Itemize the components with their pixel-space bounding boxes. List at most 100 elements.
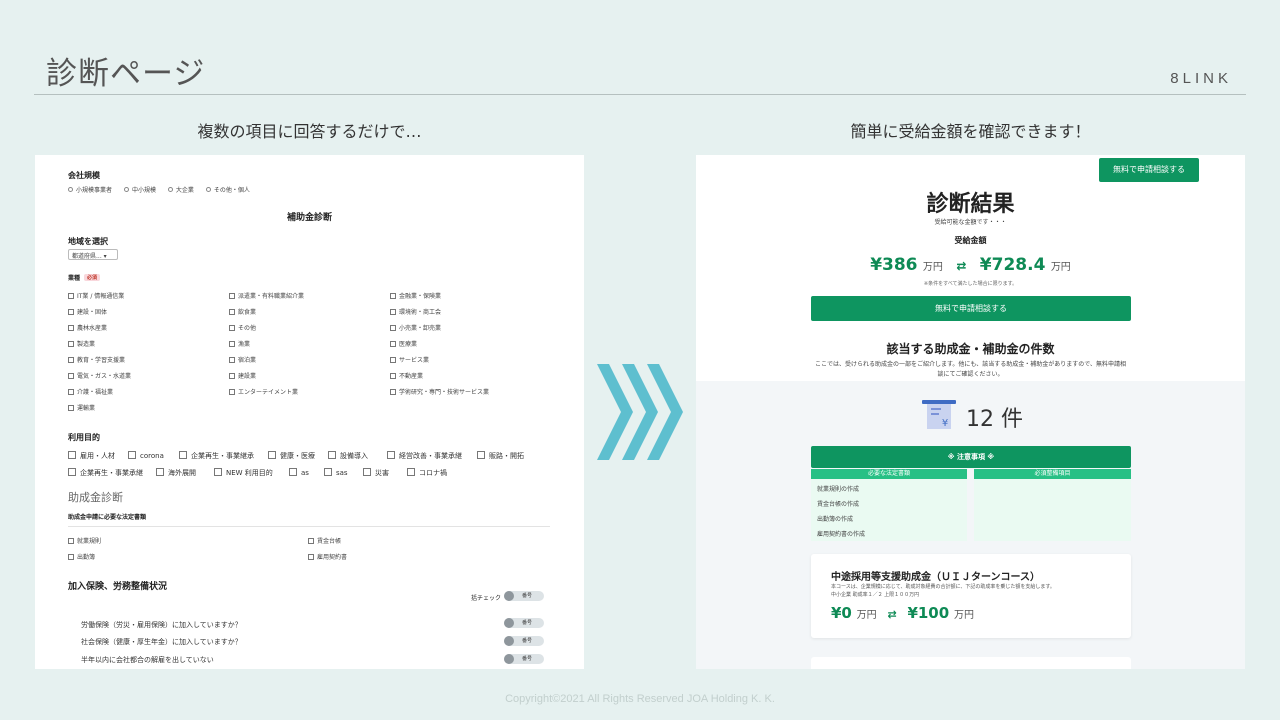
industry-checkbox[interactable]: エンターテイメント業 — [229, 387, 298, 396]
checkbox-icon — [390, 309, 396, 315]
industry-checkbox[interactable]: 宿泊業 — [229, 355, 256, 364]
purpose-checkbox[interactable]: 設備導入 — [328, 451, 368, 461]
grant-title: 中途採用等支援助成金（ＵＩＪターンコース） — [831, 572, 1040, 583]
grant-card-next[interactable] — [811, 657, 1131, 669]
result-title: 診断結果 — [926, 192, 1015, 217]
docs-checkbox[interactable]: 就業規則 — [68, 536, 101, 545]
purpose-label: 利用目的 — [68, 433, 100, 442]
icon-bar — [922, 400, 956, 404]
icon-yen: ¥ — [942, 418, 948, 429]
checkbox-icon — [68, 341, 74, 347]
docs-checkbox[interactable]: 賃金台帳 — [308, 536, 341, 545]
grant-amount-range: ¥0 万円 ⇄ ¥100 万円 — [831, 604, 974, 622]
checkbox-icon — [229, 357, 235, 363]
radio-icon — [205, 187, 211, 192]
grant-card[interactable]: 中途採用等支援助成金（ＵＩＪターンコース） 本コースは、企業規模に応じて、助成対… — [811, 554, 1131, 638]
toggle-knob — [504, 636, 514, 646]
company-size-label: 会社規模 — [68, 171, 100, 180]
industry-checkbox[interactable]: 金融業・保険業 — [390, 291, 441, 300]
purpose-checkbox[interactable]: as — [289, 468, 309, 477]
purpose-checkbox[interactable]: 企業再生・事業継承 — [179, 451, 254, 461]
checkbox-icon — [390, 293, 396, 299]
industry-label: 業種 必須 — [68, 273, 101, 282]
amount-label: 受給金額 — [954, 236, 987, 245]
checkbox-icon — [68, 451, 76, 459]
docs-checkbox[interactable]: 出勤簿 — [68, 552, 95, 561]
chevron-shape — [597, 364, 633, 460]
bulk-check-toggle[interactable]: 番号 — [504, 591, 544, 601]
industry-checkbox[interactable]: 医療業 — [390, 339, 417, 348]
checkbox-icon — [229, 373, 235, 379]
docs-label: 助成金申請に必要な法定書類 — [68, 514, 147, 521]
industry-checkbox[interactable]: 飲食業 — [229, 307, 256, 316]
caption-left: 複数の項目に回答するだけで… — [197, 122, 422, 141]
checkbox-icon — [390, 389, 396, 395]
company-size-option[interactable]: 大企業 — [167, 187, 194, 194]
purpose-checkbox[interactable]: 企業再生・事業承継 — [68, 468, 143, 478]
checkbox-icon — [390, 325, 396, 331]
checkbox-icon — [363, 468, 371, 476]
purpose-checkbox[interactable]: corona — [128, 451, 164, 460]
industry-checkbox[interactable]: サービス業 — [390, 355, 429, 364]
purpose-checkbox[interactable]: 健康・医療 — [268, 451, 315, 461]
count-heading: 該当する助成金・補助金の件数 — [886, 342, 1055, 356]
industry-checkbox[interactable]: 環境術・商工会 — [390, 307, 441, 316]
form-heading: 補助金診断 — [286, 213, 332, 223]
industry-checkbox[interactable]: 農林水産業 — [68, 323, 107, 332]
bulk-check-label: 括チェック — [471, 595, 502, 602]
insurance-toggle[interactable]: 番号 — [504, 618, 544, 628]
industry-checkbox[interactable]: 派遣業・有料職業紹介業 — [229, 291, 304, 300]
consult-button[interactable]: 無料で申請相談する — [811, 296, 1131, 321]
purpose-checkbox[interactable]: 販路・開拓 — [477, 451, 524, 461]
purpose-checkbox[interactable]: 雇用・人材 — [68, 451, 115, 461]
purpose-checkbox[interactable]: sas — [324, 468, 348, 477]
purpose-checkbox[interactable]: NEW 利用目的 — [214, 468, 273, 478]
icon-line — [931, 408, 941, 410]
company-size-option[interactable]: その他・個人 — [205, 187, 250, 194]
purpose-checkbox[interactable]: 災害 — [363, 468, 389, 478]
checkbox-icon — [68, 309, 74, 315]
industry-checkbox[interactable]: 漁業 — [229, 339, 250, 348]
checkbox-icon — [289, 468, 297, 476]
purpose-checkbox[interactable]: 経営改善・事業承継 — [387, 451, 462, 461]
company-size-option[interactable]: 中小規模 — [123, 187, 156, 194]
radio-icon — [167, 187, 173, 192]
industry-checkbox[interactable]: 学術研究・専門・技術サービス業 — [390, 387, 489, 396]
docs-checkbox[interactable]: 雇用契約書 — [308, 552, 347, 561]
checkbox-icon — [390, 357, 396, 363]
purpose-checkbox[interactable]: 海外展開 — [156, 468, 196, 478]
industry-checkbox[interactable]: 小売業・卸売業 — [390, 323, 441, 332]
insurance-label: 加入保険、労務整備状況 — [68, 582, 168, 592]
chevron-down-icon: ▾ — [103, 253, 107, 260]
insurance-toggle[interactable]: 番号 — [504, 636, 544, 646]
checkbox-icon — [308, 538, 314, 544]
checkbox-icon — [68, 293, 74, 299]
amount-min: ¥386 — [870, 255, 918, 275]
region-select[interactable]: 都道府県... ▾ — [68, 249, 118, 260]
industry-checkbox[interactable]: 建設業 — [229, 371, 256, 380]
purpose-checkbox[interactable]: コロナ禍 — [407, 468, 447, 478]
checkbox-icon — [328, 451, 336, 459]
checkbox-icon — [68, 538, 74, 544]
brand-logo: 8LINK — [1170, 70, 1232, 87]
required-items-header: 必須整備項目 — [974, 469, 1131, 479]
industry-checkbox[interactable]: 製造業 — [68, 339, 95, 348]
checkbox-icon — [156, 468, 164, 476]
consult-button-top[interactable]: 無料で申請相談する — [1099, 158, 1199, 182]
industry-checkbox[interactable]: 運輸業 — [68, 403, 95, 412]
required-doc-item: 雇用契約書の作成 — [817, 531, 866, 538]
insurance-toggle[interactable]: 番号 — [504, 654, 544, 664]
industry-checkbox[interactable]: 不動産業 — [390, 371, 423, 380]
industry-checkbox[interactable]: 建設・固体 — [68, 307, 107, 316]
industry-checkbox[interactable]: 教育・学習支援業 — [68, 355, 125, 364]
industry-checkbox[interactable]: その他 — [229, 323, 256, 332]
required-docs-header: 必要な法定書類 — [811, 469, 967, 479]
industry-checkbox[interactable]: 電気・ガス・水道業 — [68, 371, 131, 380]
required-doc-item: 就業規則の作成 — [817, 486, 860, 493]
checkbox-icon — [229, 293, 235, 299]
company-size-option[interactable]: 小規模事業者 — [68, 187, 112, 194]
industry-checkbox[interactable]: 介護・福祉業 — [68, 387, 113, 396]
checkbox-icon — [407, 468, 415, 476]
industry-checkbox[interactable]: IT業 / 情報通信業 — [68, 291, 124, 300]
chevron-right-icon — [597, 364, 683, 460]
